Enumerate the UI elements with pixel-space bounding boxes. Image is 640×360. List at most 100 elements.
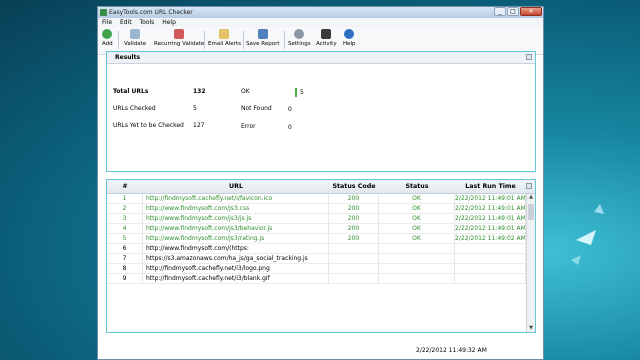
row-status: OK xyxy=(379,214,455,224)
row-url: http://findmysoft.cachefly.net/i/favicon… xyxy=(143,194,329,204)
table-row[interactable]: 9 http://findmysoft.cachefly.net/i3/blank… xyxy=(107,274,526,284)
status-bar: 2/22/2012 11:49:32 AM xyxy=(98,343,543,359)
help-icon xyxy=(344,29,355,39)
menu-file[interactable]: File xyxy=(102,19,112,26)
row-status-code: 200 xyxy=(329,234,379,244)
maximize-button[interactable]: □ xyxy=(507,7,519,16)
vertical-scrollbar[interactable]: ▲ ▼ xyxy=(526,194,535,332)
activity-label: Activity xyxy=(316,41,337,47)
row-status: OK xyxy=(379,194,455,204)
row-number: 4 xyxy=(107,224,143,234)
save-report-icon xyxy=(257,29,268,39)
table-row[interactable]: 5 http://www.findmysoft.com/js3/rating.js… xyxy=(107,234,526,244)
col-last-run-time[interactable]: Last Run Time xyxy=(455,180,526,193)
add-icon xyxy=(102,29,113,39)
minimize-button[interactable]: _ xyxy=(494,7,506,16)
row-status xyxy=(379,274,455,284)
row-last-run-time xyxy=(455,254,526,264)
grid-header: # URL Status Code Status Last Run Time xyxy=(107,180,535,194)
row-status xyxy=(379,244,455,254)
toolbar-separator xyxy=(284,31,285,49)
close-button[interactable]: ✕ xyxy=(520,7,542,16)
toolbar-separator xyxy=(118,31,119,49)
row-status: OK xyxy=(379,234,455,244)
row-number: 3 xyxy=(107,214,143,224)
row-status-code: 200 xyxy=(329,194,379,204)
scroll-down-icon[interactable]: ▼ xyxy=(528,325,534,332)
help-button[interactable]: Help xyxy=(343,29,356,47)
row-number: 9 xyxy=(107,274,143,284)
results-panel: Results Total URLs 132 URLs Checked 5 UR… xyxy=(106,51,536,172)
url-grid: # URL Status Code Status Last Run Time 1… xyxy=(106,179,536,333)
row-status: OK xyxy=(379,224,455,234)
col-status[interactable]: Status xyxy=(379,180,455,193)
activity-icon xyxy=(321,29,332,39)
row-status-code xyxy=(329,264,379,274)
urls-checked-value: 5 xyxy=(193,105,197,112)
table-row[interactable]: 4 http://www.findmysoft.com/js3/behavior.… xyxy=(107,224,526,234)
row-status-code: 200 xyxy=(329,224,379,234)
row-last-run-time xyxy=(455,274,526,284)
row-last-run-time: 2/22/2012 11:49:01 AM xyxy=(455,214,526,224)
settings-button[interactable]: Settings xyxy=(288,29,311,47)
ok-bar xyxy=(295,88,297,97)
col-url[interactable]: URL xyxy=(143,180,329,193)
status-timestamp: 2/22/2012 11:49:32 AM xyxy=(416,347,487,354)
email-alerts-icon xyxy=(219,29,230,39)
recurring-validate-icon xyxy=(174,29,185,39)
total-urls-label: Total URLs xyxy=(113,88,149,95)
collapse-results-icon[interactable] xyxy=(526,54,532,60)
scroll-thumb[interactable] xyxy=(528,204,534,220)
settings-icon xyxy=(294,29,305,39)
add-button[interactable]: Add xyxy=(102,29,113,47)
collapse-grid-icon[interactable] xyxy=(526,183,532,189)
row-last-run-time xyxy=(455,264,526,274)
error-label: Error xyxy=(241,123,256,130)
not-found-label: Not Found xyxy=(241,105,272,112)
row-last-run-time xyxy=(455,244,526,254)
table-row[interactable]: 3 http://www.findmysoft.com/js3/js.js 200 O… xyxy=(107,214,526,224)
results-title: Results xyxy=(115,54,141,61)
col-number[interactable]: # xyxy=(107,180,143,193)
row-status: OK xyxy=(379,204,455,214)
validate-icon xyxy=(130,29,141,39)
row-url: http://findmysoft.cachefly.net/i3/logo.p… xyxy=(143,264,329,274)
row-status xyxy=(379,264,455,274)
row-number: 8 xyxy=(107,264,143,274)
app-icon xyxy=(100,9,107,16)
toolbar-separator xyxy=(204,31,205,49)
row-status-code xyxy=(329,274,379,284)
row-last-run-time: 2/22/2012 11:49:01 AM xyxy=(455,194,526,204)
add-label: Add xyxy=(102,41,113,47)
app-window: EasyTools.com URL Checker _ □ ✕ File Edi… xyxy=(97,6,544,360)
row-last-run-time: 2/22/2012 11:49:01 AM xyxy=(455,224,526,234)
table-row[interactable]: 1 http://findmysoft.cachefly.net/i/favico… xyxy=(107,194,526,204)
table-row[interactable]: 2 http://www.findmysoft.com/js3.css 200 OK 2… xyxy=(107,204,526,214)
row-last-run-time: 2/22/2012 11:49:02 AM xyxy=(455,234,526,244)
recurring-validate-button[interactable]: Recurring Validate xyxy=(154,29,204,47)
row-number: 7 xyxy=(107,254,143,264)
row-number: 1 xyxy=(107,194,143,204)
window-title: EasyTools.com URL Checker xyxy=(109,9,193,16)
save-report-button[interactable]: Save Report xyxy=(246,29,279,47)
help-label: Help xyxy=(343,41,356,47)
urls-checked-label: URLs Checked xyxy=(113,105,156,112)
table-row[interactable]: 6 http://www.findmysoft.com/(https: xyxy=(107,244,526,254)
menu-edit[interactable]: Edit xyxy=(120,19,132,26)
menu-help[interactable]: Help xyxy=(162,19,176,26)
recurring-validate-label: Recurring Validate xyxy=(154,41,205,47)
ok-value: 5 xyxy=(300,89,304,96)
ok-label: OK xyxy=(241,88,250,95)
row-last-run-time: 2/22/2012 11:49:01 AM xyxy=(455,204,526,214)
row-url: https://s3.amazonaws.com/ha_js/ga_social… xyxy=(143,254,329,264)
validate-button[interactable]: Validate xyxy=(124,29,146,47)
table-row[interactable]: 7 https://s3.amazonaws.com/ha_js/ga_socia… xyxy=(107,254,526,264)
email-alerts-label: Email Alerts xyxy=(208,41,241,47)
scroll-up-icon[interactable]: ▲ xyxy=(528,194,534,201)
col-status-code[interactable]: Status Code xyxy=(329,180,379,193)
table-row[interactable]: 8 http://findmysoft.cachefly.net/i3/logo.… xyxy=(107,264,526,274)
activity-button[interactable]: Activity xyxy=(316,29,337,47)
row-status-code xyxy=(329,244,379,254)
menu-tools[interactable]: Tools xyxy=(140,19,155,26)
email-alerts-button[interactable]: Email Alerts xyxy=(208,29,241,47)
